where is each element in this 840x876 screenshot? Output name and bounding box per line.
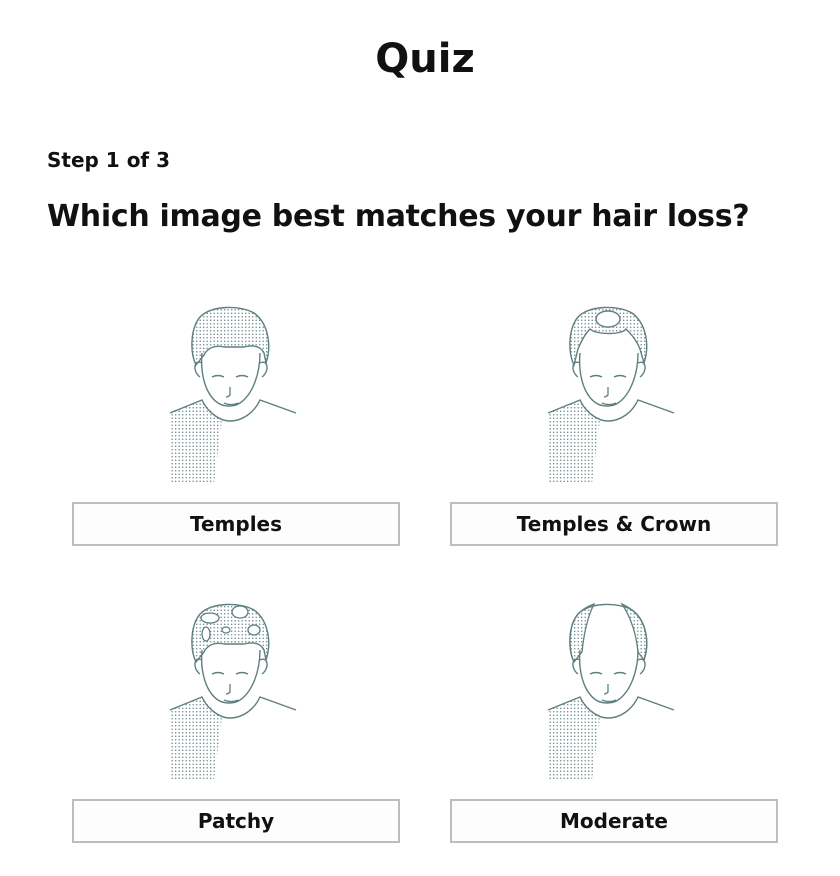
question-heading: Which image best matches your hair loss? (47, 199, 750, 234)
option-moderate-button[interactable]: Moderate (450, 799, 778, 843)
head-temples-crown-icon[interactable] (450, 305, 778, 485)
option-temples-button[interactable]: Temples (72, 502, 400, 546)
head-temples-icon[interactable] (72, 305, 400, 485)
option-patchy-button[interactable]: Patchy (72, 799, 400, 843)
head-patchy-icon[interactable] (72, 602, 400, 782)
page-title: Quiz (375, 36, 475, 82)
step-indicator: Step 1 of 3 (47, 148, 171, 172)
option-temples-crown-button[interactable]: Temples & Crown (450, 502, 778, 546)
head-moderate-icon[interactable] (450, 602, 778, 782)
